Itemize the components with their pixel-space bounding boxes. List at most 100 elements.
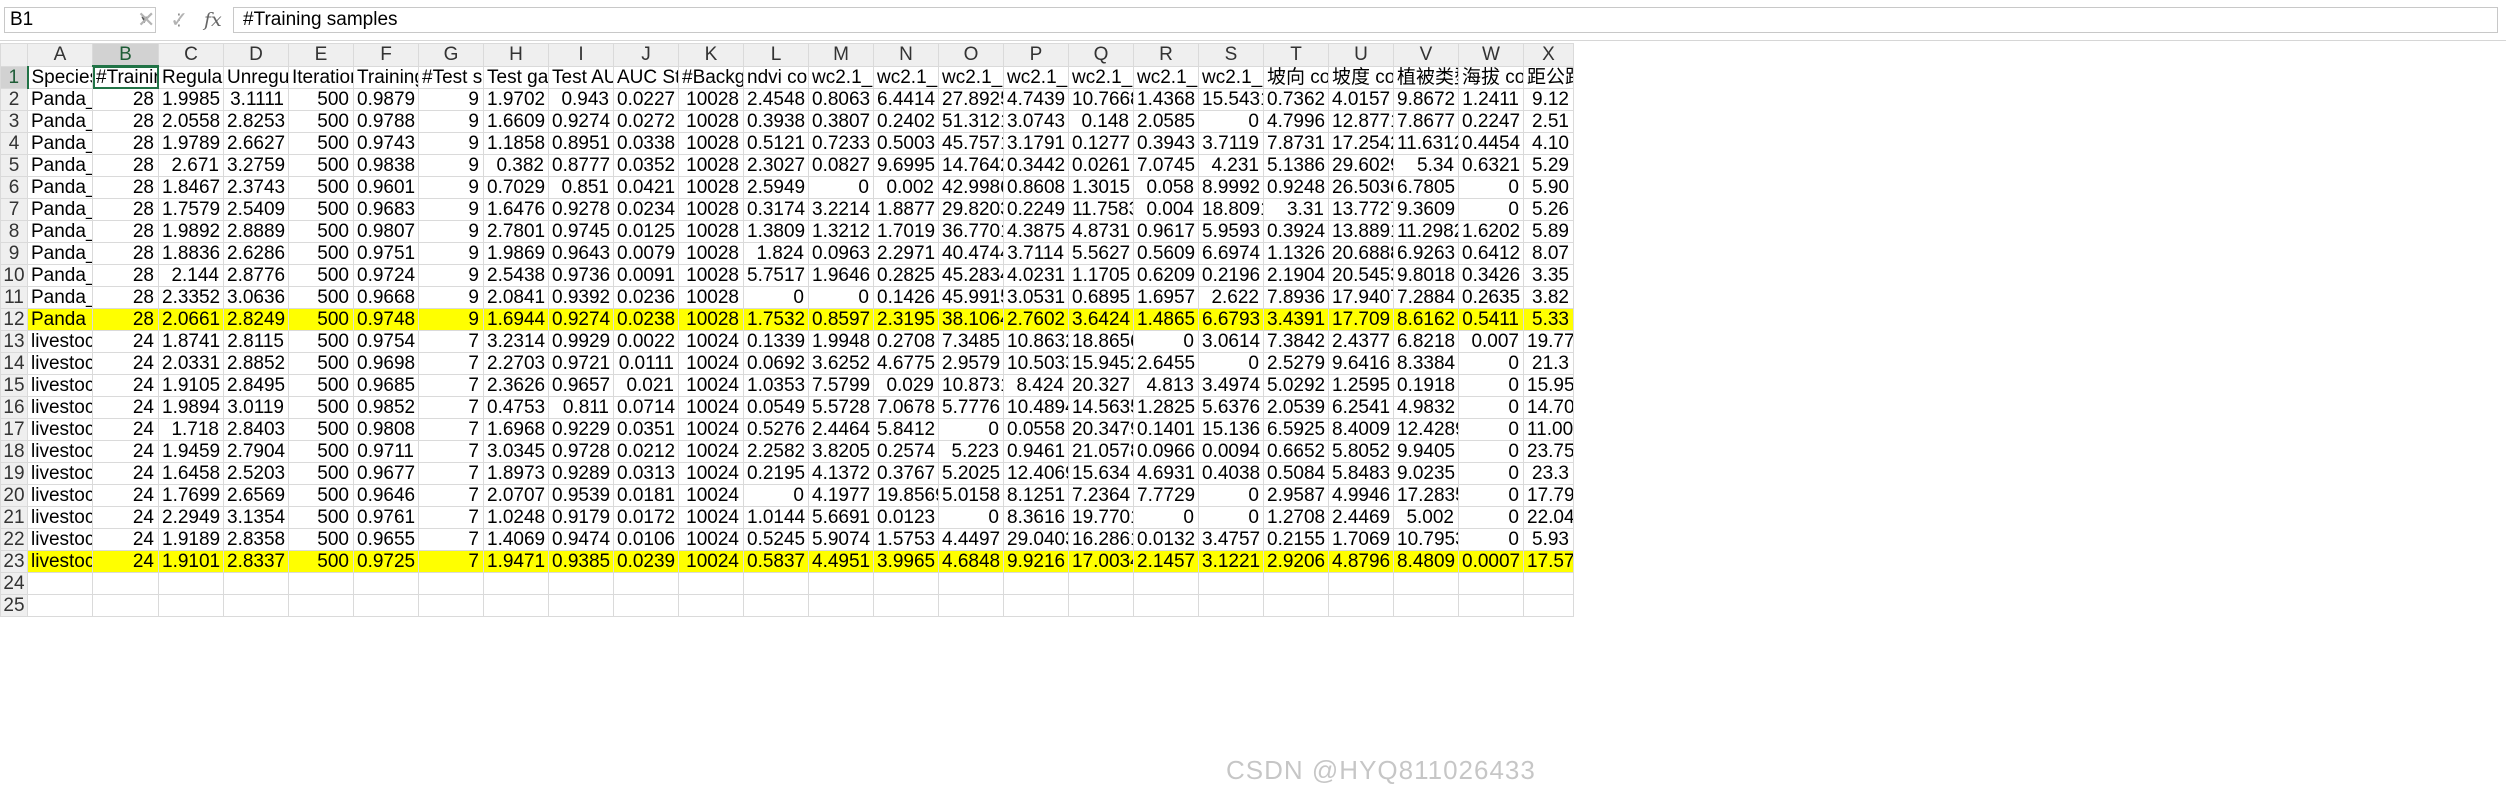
row-header[interactable]: 10 [0, 264, 28, 287]
cell-o6[interactable]: 42.9986 [938, 176, 1004, 199]
cell-w17[interactable]: 0 [1458, 418, 1524, 441]
cell-j19[interactable]: 0.0313 [613, 462, 679, 485]
cell-j2[interactable]: 0.0227 [613, 88, 679, 111]
cell-g7[interactable]: 9 [418, 198, 484, 221]
cell-u13[interactable]: 2.4377 [1328, 330, 1394, 353]
cell-x9[interactable]: 8.07 [1523, 242, 1574, 265]
cell-c22[interactable]: 1.9189 [158, 528, 224, 551]
cell-w14[interactable]: 0 [1458, 352, 1524, 375]
cell-b15[interactable]: 24 [92, 374, 159, 397]
cell-x8[interactable]: 5.89 [1523, 220, 1574, 243]
cell-g18[interactable]: 7 [418, 440, 484, 463]
cell-q16[interactable]: 14.5635 [1068, 396, 1134, 419]
cell-s1[interactable]: wc2.1_30s [1198, 65, 1264, 89]
cell-n4[interactable]: 0.5003 [873, 132, 939, 155]
cell-v18[interactable]: 9.9405 [1393, 440, 1459, 463]
cell-n17[interactable]: 5.8412 [873, 418, 939, 441]
cell-h11[interactable]: 2.0841 [483, 286, 549, 309]
cell-q4[interactable]: 0.1277 [1068, 132, 1134, 155]
cell-v13[interactable]: 6.8218 [1393, 330, 1459, 353]
cell-x12[interactable]: 5.33 [1523, 308, 1574, 331]
cell-p24[interactable] [1003, 572, 1069, 595]
cell-u14[interactable]: 9.6416 [1328, 352, 1394, 375]
cell-s2[interactable]: 15.5431 [1198, 88, 1264, 111]
cell-d10[interactable]: 2.8776 [223, 264, 289, 287]
row-header[interactable]: 18 [0, 440, 28, 463]
cell-o13[interactable]: 7.3485 [938, 330, 1004, 353]
cell-b1[interactable]: #Training s [92, 65, 159, 89]
cell-o17[interactable]: 0 [938, 418, 1004, 441]
name-box[interactable]: B1 ▼ [4, 7, 156, 33]
cell-x5[interactable]: 5.29 [1523, 154, 1574, 177]
cell-g10[interactable]: 9 [418, 264, 484, 287]
row-header[interactable]: 19 [0, 462, 28, 485]
cell-n14[interactable]: 4.6775 [873, 352, 939, 375]
cell-c5[interactable]: 2.671 [158, 154, 224, 177]
cell-i18[interactable]: 0.9728 [548, 440, 614, 463]
cell-r18[interactable]: 0.0966 [1133, 440, 1199, 463]
cell-e9[interactable]: 500 [288, 242, 354, 265]
cell-b3[interactable]: 28 [92, 110, 159, 133]
cell-c13[interactable]: 1.8741 [158, 330, 224, 353]
cell-i25[interactable] [548, 594, 614, 617]
cell-f20[interactable]: 0.9646 [353, 484, 419, 507]
cell-r21[interactable]: 0 [1133, 506, 1199, 529]
cell-t21[interactable]: 1.2708 [1263, 506, 1329, 529]
cell-t19[interactable]: 0.5084 [1263, 462, 1329, 485]
cell-s18[interactable]: 0.0094 [1198, 440, 1264, 463]
cell-k21[interactable]: 10024 [678, 506, 744, 529]
cell-a14[interactable]: livestock_1 [27, 352, 93, 375]
cell-e10[interactable]: 500 [288, 264, 354, 287]
cell-j9[interactable]: 0.0079 [613, 242, 679, 265]
cell-c14[interactable]: 2.0331 [158, 352, 224, 375]
column-header-f[interactable]: F [353, 43, 419, 67]
column-header-a[interactable]: A [27, 43, 93, 67]
cell-r15[interactable]: 4.813 [1133, 374, 1199, 397]
cell-h4[interactable]: 1.1858 [483, 132, 549, 155]
cell-x22[interactable]: 5.93 [1523, 528, 1574, 551]
cell-c15[interactable]: 1.9105 [158, 374, 224, 397]
cell-f10[interactable]: 0.9724 [353, 264, 419, 287]
cell-t6[interactable]: 0.9248 [1263, 176, 1329, 199]
cell-r9[interactable]: 0.5609 [1133, 242, 1199, 265]
cell-r13[interactable]: 0 [1133, 330, 1199, 353]
cell-w6[interactable]: 0 [1458, 176, 1524, 199]
cell-p25[interactable] [1003, 594, 1069, 617]
cell-r10[interactable]: 0.6209 [1133, 264, 1199, 287]
cell-l17[interactable]: 0.5276 [743, 418, 809, 441]
cell-n3[interactable]: 0.2402 [873, 110, 939, 133]
cell-t7[interactable]: 3.31 [1263, 198, 1329, 221]
cell-e7[interactable]: 500 [288, 198, 354, 221]
cell-f5[interactable]: 0.9838 [353, 154, 419, 177]
cell-m10[interactable]: 1.9646 [808, 264, 874, 287]
cell-t3[interactable]: 4.7996 [1263, 110, 1329, 133]
cell-q17[interactable]: 20.3479 [1068, 418, 1134, 441]
cell-u12[interactable]: 17.709 [1328, 308, 1394, 331]
cell-x6[interactable]: 5.90 [1523, 176, 1574, 199]
cell-p2[interactable]: 4.7439 [1003, 88, 1069, 111]
column-header-x[interactable]: X [1523, 43, 1574, 67]
cell-d1[interactable]: Unregulari [223, 65, 289, 89]
cell-o7[interactable]: 29.8203 [938, 198, 1004, 221]
cell-m15[interactable]: 7.5799 [808, 374, 874, 397]
cell-n22[interactable]: 1.5753 [873, 528, 939, 551]
row-header[interactable]: 11 [0, 286, 28, 309]
cell-p19[interactable]: 12.4069 [1003, 462, 1069, 485]
cell-s21[interactable]: 0 [1198, 506, 1264, 529]
cell-u3[interactable]: 12.8771 [1328, 110, 1394, 133]
cell-x4[interactable]: 4.10 [1523, 132, 1574, 155]
cell-g14[interactable]: 7 [418, 352, 484, 375]
cell-h25[interactable] [483, 594, 549, 617]
cell-t1[interactable]: 坡向 contr [1263, 65, 1329, 89]
cell-w9[interactable]: 0.6412 [1458, 242, 1524, 265]
cell-c25[interactable] [158, 594, 224, 617]
cell-h6[interactable]: 0.7029 [483, 176, 549, 199]
cell-j14[interactable]: 0.0111 [613, 352, 679, 375]
cell-p15[interactable]: 8.424 [1003, 374, 1069, 397]
cell-p18[interactable]: 0.9461 [1003, 440, 1069, 463]
cell-l21[interactable]: 1.0144 [743, 506, 809, 529]
cell-t13[interactable]: 7.3842 [1263, 330, 1329, 353]
cell-b19[interactable]: 24 [92, 462, 159, 485]
cell-d17[interactable]: 2.8403 [223, 418, 289, 441]
cell-m4[interactable]: 0.7233 [808, 132, 874, 155]
